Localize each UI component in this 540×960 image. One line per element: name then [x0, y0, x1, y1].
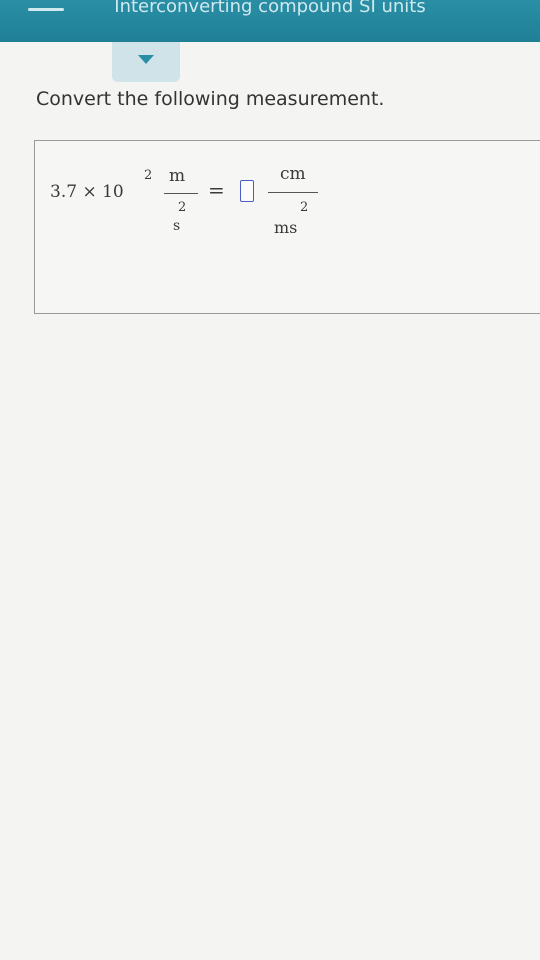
answer-input[interactable]	[240, 180, 254, 202]
given-coefficient: 3.7 × 10	[50, 182, 124, 202]
target-unit-denominator: ms	[274, 218, 298, 237]
target-unit-denominator-exponent: 2	[300, 200, 309, 215]
given-unit-denominator-exponent: 2	[178, 200, 187, 215]
given-unit-numerator: m	[169, 166, 186, 186]
collapse-toggle-button[interactable]	[112, 42, 180, 82]
given-unit-denominator: s	[173, 218, 181, 234]
equals-sign: =	[208, 178, 225, 202]
page-title: Interconverting compound SI units	[114, 0, 426, 17]
question-instruction: Convert the following measurement.	[36, 88, 385, 110]
header-bar: Interconverting compound SI units	[0, 0, 540, 42]
chevron-down-icon	[138, 55, 154, 64]
given-fraction-bar	[164, 193, 198, 194]
target-unit-numerator: cm	[280, 164, 306, 184]
given-exponent: 2	[144, 168, 153, 183]
target-fraction-bar	[268, 192, 318, 193]
